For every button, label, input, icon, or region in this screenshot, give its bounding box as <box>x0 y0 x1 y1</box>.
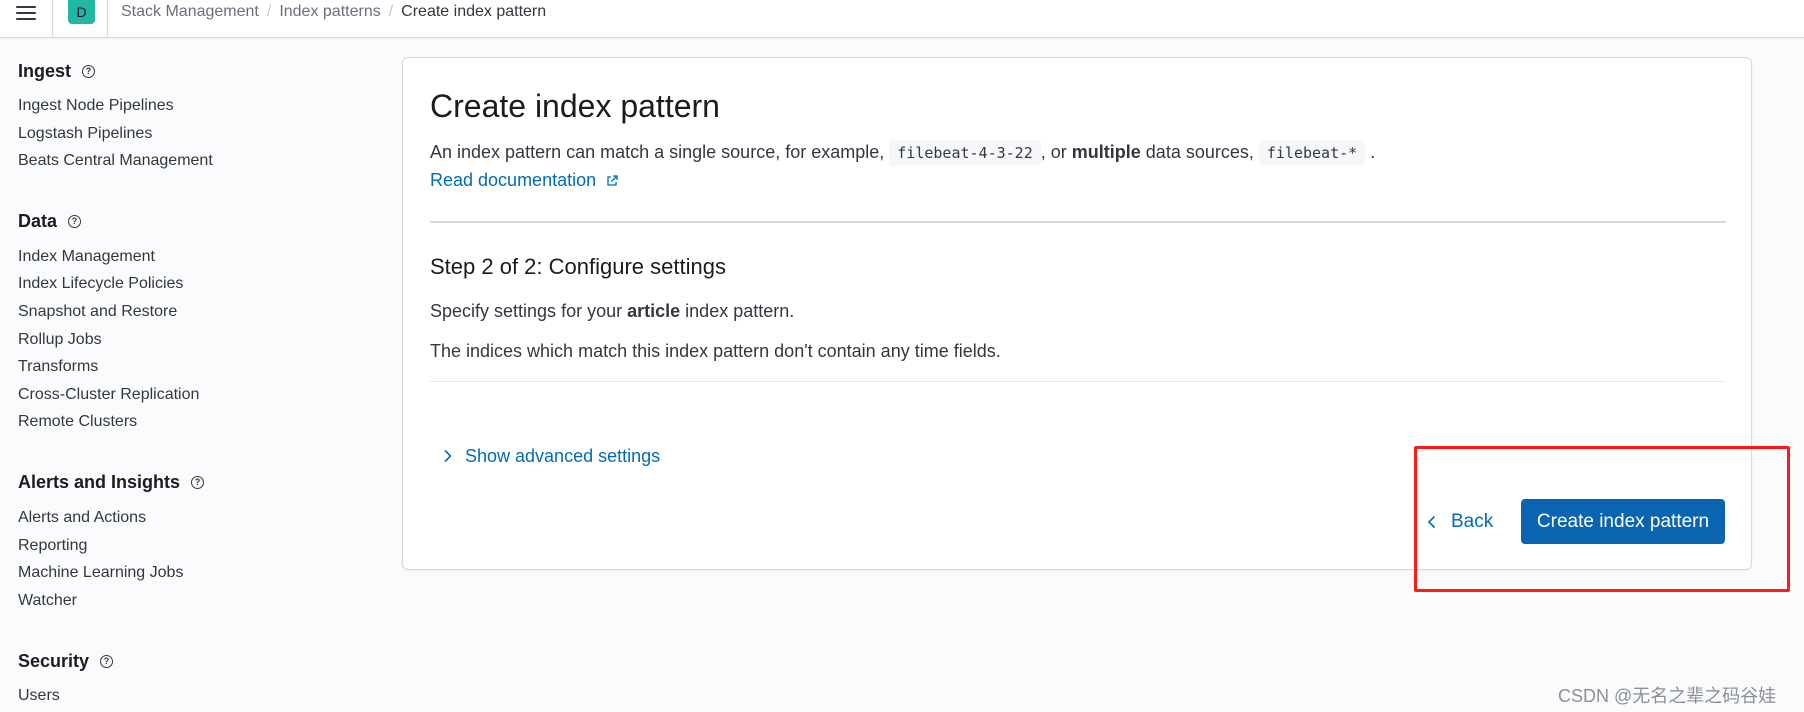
sidebar-item-reporting[interactable]: Reporting <box>18 532 358 560</box>
sidebar-section-title-text: Ingest <box>18 60 72 81</box>
sidebar-item-index-lifecycle-policies[interactable]: Index Lifecycle Policies <box>18 270 358 298</box>
sidebar-item-index-management[interactable]: Index Management <box>18 243 358 271</box>
sidebar-section-title: Ingest ? <box>18 58 358 84</box>
step-title: Step 2 of 2: Configure settings <box>430 254 726 279</box>
external-link-icon <box>607 175 618 186</box>
sidebar-item-watcher[interactable]: Watcher <box>18 587 358 615</box>
breadcrumb: Stack Management / Index patterns / Crea… <box>121 2 546 22</box>
show-advanced-settings-toggle[interactable]: Show advanced settings <box>443 442 660 470</box>
sidebar-section-title-text: Security <box>18 650 90 671</box>
horizontal-rule <box>430 221 1726 223</box>
sidebar-section-security: Security ? Users <box>18 648 358 710</box>
header-divider <box>52 0 53 38</box>
page-title: Create index pattern <box>430 88 720 124</box>
watermark: CSDN @无名之辈之码谷娃 <box>1558 686 1777 706</box>
no-time-fields-message: The indices which match this index patte… <box>430 341 1001 361</box>
header-divider <box>107 0 108 38</box>
example-code-multiple: filebeat-* <box>1258 140 1366 166</box>
page-description: An index pattern can match a single sour… <box>430 140 1376 166</box>
sidebar-section-title: Data ? <box>18 209 358 235</box>
read-documentation-link[interactable]: Read documentation <box>430 170 618 191</box>
settings-description: Specify settings for your article index … <box>430 301 794 322</box>
sidebar-item-cross-cluster-replication[interactable]: Cross-Cluster Replication <box>18 381 358 409</box>
description-text: , or <box>1040 142 1067 162</box>
breadcrumb-separator: / <box>388 3 394 20</box>
description-text: . <box>1370 142 1376 162</box>
help-icon[interactable]: ? <box>191 476 205 490</box>
description-bold: multiple <box>1071 142 1141 162</box>
sidebar-section-title: Security ? <box>18 648 358 674</box>
settings-text: index pattern. <box>685 301 795 321</box>
hamburger-menu-icon[interactable] <box>13 0 39 26</box>
read-documentation-label: Read documentation <box>430 170 597 190</box>
breadcrumb-separator: / <box>266 3 272 20</box>
sidebar-item-beats-central-management[interactable]: Beats Central Management <box>18 147 358 175</box>
breadcrumb-index-patterns[interactable]: Index patterns <box>279 3 380 21</box>
sidebar-item-users[interactable]: Users <box>18 682 358 710</box>
sidebar-item-alerts-and-actions[interactable]: Alerts and Actions <box>18 504 358 532</box>
space-avatar[interactable]: D <box>68 0 95 24</box>
sidebar-item-remote-clusters[interactable]: Remote Clusters <box>18 408 358 436</box>
show-advanced-settings-label: Show advanced settings <box>465 445 661 466</box>
sidebar-section-title-text: Data <box>18 211 58 232</box>
sidebar-section-data: Data ? Index Management Index Lifecycle … <box>18 209 358 436</box>
description-text: data sources, <box>1145 142 1254 162</box>
index-pattern-name: article <box>627 301 681 321</box>
annotation-highlight-box <box>1414 446 1790 592</box>
sidebar-section-ingest: Ingest ? Ingest Node Pipelines Logstash … <box>18 58 358 175</box>
sidebar-section-title: Alerts and Insights ? <box>18 470 358 496</box>
help-icon[interactable]: ? <box>82 64 96 78</box>
top-header: D Stack Management / Index patterns / Cr… <box>0 0 1804 38</box>
help-icon[interactable]: ? <box>68 215 82 229</box>
sidebar-item-transforms[interactable]: Transforms <box>18 353 358 381</box>
sidebar-item-ingest-node-pipelines[interactable]: Ingest Node Pipelines <box>18 92 358 120</box>
horizontal-rule <box>430 381 1726 382</box>
settings-text: Specify settings for your <box>430 301 623 321</box>
breadcrumb-stack-management[interactable]: Stack Management <box>121 3 259 21</box>
sidebar-item-snapshot-and-restore[interactable]: Snapshot and Restore <box>18 298 358 326</box>
sidebar-item-machine-learning-jobs[interactable]: Machine Learning Jobs <box>18 559 358 587</box>
sidebar-section-alerts-and-insights: Alerts and Insights ? Alerts and Actions… <box>18 470 358 614</box>
sidebar-section-title-text: Alerts and Insights <box>18 472 181 493</box>
sidebar-item-logstash-pipelines[interactable]: Logstash Pipelines <box>18 120 358 148</box>
chevron-right-icon <box>444 449 452 463</box>
help-icon[interactable]: ? <box>100 654 114 668</box>
management-sidebar: Ingest ? Ingest Node Pipelines Logstash … <box>18 58 358 710</box>
description-text: An index pattern can match a single sour… <box>430 142 885 162</box>
breadcrumb-current: Create index pattern <box>401 3 547 20</box>
sidebar-item-rollup-jobs[interactable]: Rollup Jobs <box>18 326 358 354</box>
example-code-single: filebeat-4-3-22 <box>889 140 1041 166</box>
